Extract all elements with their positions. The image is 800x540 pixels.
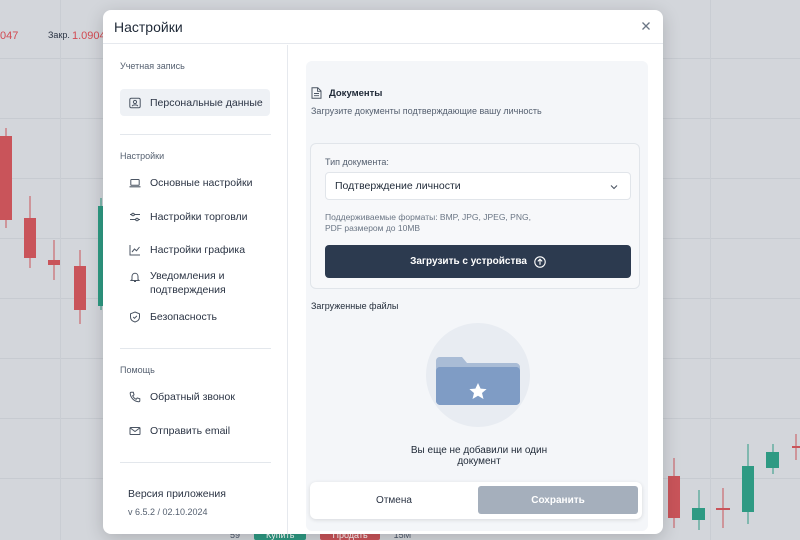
candle bbox=[668, 458, 680, 528]
shield-icon bbox=[129, 310, 141, 323]
laptop-icon bbox=[129, 177, 141, 189]
close-button[interactable] bbox=[637, 17, 655, 35]
sliders-icon bbox=[129, 211, 141, 223]
upload-button-label: Загрузить с устройства bbox=[410, 256, 527, 267]
sidebar-item-label: Безопасность bbox=[150, 310, 217, 323]
modal-header: Настройки bbox=[103, 10, 663, 44]
settings-sidebar: Учетная запись Персональные данные Настр… bbox=[103, 45, 288, 534]
sidebar-item-trading-settings[interactable]: Настройки торговли bbox=[120, 203, 270, 230]
candle bbox=[24, 196, 36, 268]
uploaded-files-title: Загруженные файлы bbox=[311, 301, 399, 311]
candle bbox=[792, 434, 800, 460]
close-label: Закр. bbox=[48, 30, 70, 40]
divider bbox=[120, 134, 271, 135]
document-type-select[interactable]: Подтверждение личности bbox=[325, 172, 631, 200]
candle bbox=[0, 128, 12, 228]
phone-icon bbox=[129, 391, 141, 403]
save-button[interactable]: Сохранить bbox=[478, 486, 638, 514]
chevron-down-icon bbox=[610, 185, 618, 190]
price-label: 047 bbox=[0, 30, 19, 42]
cancel-button[interactable]: Отмена bbox=[314, 486, 474, 514]
chart-line-icon bbox=[129, 244, 141, 256]
grid-line bbox=[60, 0, 61, 540]
modal-title: Настройки bbox=[114, 19, 183, 35]
settings-modal: Настройки Учетная запись Персональные да… bbox=[103, 10, 663, 534]
sidebar-item-label: Настройки торговли bbox=[150, 210, 248, 223]
grid-line bbox=[710, 0, 711, 540]
folder-star-icon bbox=[436, 357, 520, 405]
sidebar-item-security[interactable]: Безопасность bbox=[120, 303, 270, 330]
candle bbox=[48, 240, 60, 280]
document-type-label: Тип документа: bbox=[325, 157, 389, 167]
sidebar-item-label: Обратный звонок bbox=[150, 390, 235, 403]
section-title-settings: Настройки bbox=[120, 151, 165, 161]
sidebar-item-label: Основные настройки bbox=[150, 176, 253, 189]
candle bbox=[716, 488, 730, 528]
sidebar-item-label: Уведомления и подтверждения bbox=[150, 270, 226, 296]
person-card-icon bbox=[129, 97, 141, 109]
sidebar-item-general-settings[interactable]: Основные настройки bbox=[120, 169, 270, 196]
candle bbox=[74, 250, 86, 324]
section-title-help: Помощь bbox=[120, 365, 155, 375]
app-version-label: Версия приложения bbox=[128, 488, 226, 500]
divider bbox=[120, 348, 271, 349]
document-upload-card: Тип документа: Подтверждение личности По… bbox=[310, 143, 640, 289]
sidebar-item-notifications[interactable]: Уведомления и подтверждения bbox=[120, 269, 270, 299]
modal-actions: Отмена Сохранить bbox=[310, 482, 642, 519]
candle bbox=[766, 444, 779, 474]
upload-arrow-icon bbox=[534, 255, 546, 268]
candle bbox=[692, 490, 705, 530]
close-value: 1.0904 bbox=[72, 30, 106, 42]
sidebar-item-personal-data[interactable]: Персональные данные bbox=[120, 89, 270, 116]
mail-icon bbox=[129, 425, 141, 437]
section-title-account: Учетная запись bbox=[120, 61, 185, 71]
document-type-value: Подтверждение личности bbox=[335, 180, 461, 192]
sidebar-item-callback[interactable]: Обратный звонок bbox=[120, 383, 270, 410]
document-icon bbox=[311, 87, 322, 99]
documents-content: Документы Загрузите документы подтвержда… bbox=[289, 45, 663, 534]
documents-header: Документы bbox=[311, 87, 382, 99]
sidebar-item-label: Персональные данные bbox=[150, 96, 263, 109]
documents-title: Документы bbox=[329, 87, 383, 99]
empty-state-illustration bbox=[426, 323, 530, 427]
upload-from-device-button[interactable]: Загрузить с устройства bbox=[325, 245, 631, 278]
divider bbox=[120, 462, 271, 463]
sidebar-item-label: Отправить email bbox=[150, 424, 231, 437]
bell-icon bbox=[129, 271, 141, 283]
documents-subtitle: Загрузите документы подтверждающие вашу … bbox=[311, 106, 542, 116]
sidebar-item-label: Настройки графика bbox=[150, 243, 246, 256]
sidebar-item-chart-settings[interactable]: Настройки графика bbox=[120, 236, 270, 263]
app-version-value: v 6.5.2 / 02.10.2024 bbox=[128, 507, 208, 517]
candle bbox=[742, 444, 754, 524]
close-icon bbox=[642, 22, 650, 30]
supported-formats: Поддерживаемые форматы: BMP, JPG, JPEG, … bbox=[325, 212, 531, 233]
empty-state-text: Вы еще не добавили ни один документ bbox=[410, 445, 548, 467]
sidebar-item-send-email[interactable]: Отправить email bbox=[120, 417, 270, 444]
